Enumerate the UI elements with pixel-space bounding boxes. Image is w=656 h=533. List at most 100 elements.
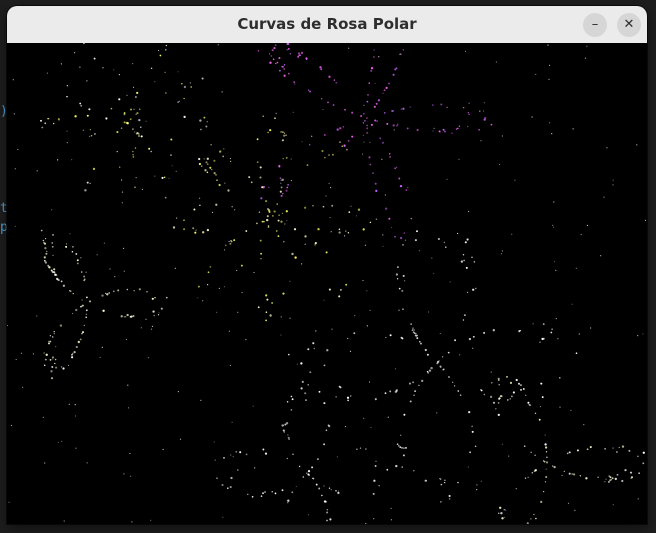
- rose-dot: [274, 117, 276, 120]
- rose-dot: [432, 130, 434, 132]
- rose-dot: [462, 319, 465, 321]
- rose-dot: [474, 445, 477, 448]
- rose-dot: [503, 509, 505, 511]
- rose-dot: [218, 183, 221, 187]
- rose-dot: [511, 233, 513, 235]
- rose-curve-canvas[interactable]: [7, 43, 647, 524]
- rose-dot: [301, 380, 304, 383]
- rose-dot: [480, 480, 482, 482]
- rose-dot: [439, 332, 441, 335]
- rose-dot: [283, 240, 285, 243]
- rose-dot: [123, 316, 125, 318]
- rose-dot: [401, 447, 403, 449]
- rose-dot: [150, 519, 152, 521]
- rose-dot: [69, 233, 71, 235]
- rose-dot: [573, 473, 576, 476]
- rose-dot: [330, 231, 332, 233]
- rose-dot: [355, 215, 358, 217]
- rose-dot: [506, 399, 509, 401]
- rose-dot: [301, 263, 303, 265]
- rose-dot: [397, 123, 399, 125]
- rose-dot: [609, 479, 612, 482]
- rose-dot: [85, 316, 88, 319]
- rose-dot: [545, 475, 548, 479]
- rose-dot: [492, 329, 495, 332]
- rose-dot: [409, 400, 412, 403]
- rose-dot: [545, 451, 548, 453]
- rose-dot: [245, 453, 248, 456]
- rose-dot: [81, 299, 83, 301]
- rose-dot: [498, 397, 501, 400]
- rose-dot: [490, 381, 493, 384]
- rose-dot: [535, 73, 537, 75]
- rose-dot: [265, 311, 268, 313]
- rose-dot: [482, 110, 485, 112]
- rose-dot: [15, 358, 17, 361]
- rose-dot: [133, 290, 135, 292]
- rose-dot: [637, 498, 639, 500]
- rose-dot: [476, 484, 478, 486]
- rose-dot: [201, 77, 204, 80]
- rose-dot: [7, 324, 9, 327]
- rose-dot: [414, 239, 417, 242]
- rose-dot: [399, 236, 403, 240]
- rose-dot: [552, 224, 554, 226]
- rose-dot: [140, 135, 143, 138]
- rose-dot: [490, 123, 493, 126]
- rose-dot: [80, 257, 82, 259]
- rose-dot: [285, 189, 288, 192]
- rose-dot: [306, 472, 308, 474]
- rose-dot: [224, 182, 226, 184]
- rose-dot: [211, 168, 213, 171]
- rose-dot: [349, 395, 352, 397]
- rose-dot: [109, 268, 111, 270]
- rose-dot: [307, 89, 310, 91]
- rose-dot: [229, 157, 232, 160]
- rose-dot: [356, 448, 358, 451]
- rose-dot: [457, 481, 459, 484]
- rose-dot: [589, 446, 592, 449]
- rose-dot: [262, 115, 264, 117]
- rose-dot: [552, 226, 555, 228]
- rose-dot: [135, 177, 137, 179]
- rose-dot: [525, 394, 527, 396]
- rose-dot: [397, 445, 400, 447]
- rose-dot: [71, 159, 73, 161]
- rose-dot: [606, 147, 608, 149]
- rose-dot: [392, 110, 395, 112]
- rose-dot: [467, 125, 469, 128]
- window-titlebar[interactable]: Curvas de Rosa Polar – ✕: [7, 6, 647, 44]
- rose-dot: [469, 338, 471, 340]
- rose-dot: [642, 462, 645, 465]
- rose-dot: [368, 156, 371, 159]
- rose-dot: [403, 413, 406, 416]
- rose-dot: [338, 231, 341, 234]
- rose-dot: [282, 193, 284, 195]
- rose-dot: [264, 199, 268, 203]
- rose-dot: [283, 132, 286, 134]
- rose-dot: [259, 166, 262, 169]
- rose-dot: [571, 473, 573, 475]
- close-button[interactable]: ✕: [617, 13, 641, 37]
- rose-dot: [473, 261, 475, 263]
- rose-dot: [330, 187, 332, 189]
- rose-dot: [614, 477, 617, 481]
- rose-dot: [121, 179, 123, 181]
- rose-dot: [553, 261, 556, 263]
- rose-dot: [344, 108, 346, 111]
- rose-dot: [580, 233, 582, 236]
- minimize-button[interactable]: –: [583, 13, 607, 37]
- rose-dot: [234, 209, 236, 211]
- rose-dot: [395, 67, 398, 70]
- rose-dot: [126, 94, 128, 96]
- rose-dot: [436, 362, 439, 365]
- rose-dot: [150, 67, 153, 70]
- rose-dot: [539, 406, 542, 408]
- rose-dot: [456, 232, 459, 235]
- rose-dot: [555, 269, 557, 271]
- rose-dot: [256, 161, 259, 163]
- rose-dot: [325, 251, 328, 254]
- rose-dot: [76, 262, 79, 265]
- rose-dot: [101, 346, 103, 348]
- rose-dot: [337, 491, 340, 495]
